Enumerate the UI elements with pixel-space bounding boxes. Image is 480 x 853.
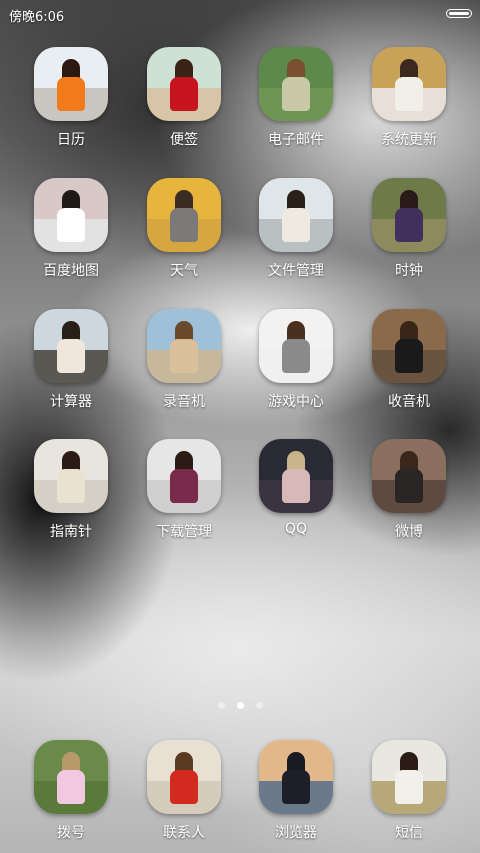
- app-label: 浏览器: [275, 825, 317, 841]
- woman-orange-dress-photo[interactable]: [34, 47, 108, 121]
- figure-dress: [170, 469, 198, 503]
- woman-red-dress-beach-photo[interactable]: [147, 47, 221, 121]
- woman-red-dress-photo[interactable]: [147, 740, 221, 814]
- app-label: 收音机: [388, 394, 430, 410]
- app-weibo[interactable]: 微博: [354, 439, 464, 541]
- woman-railing-photo[interactable]: [34, 309, 108, 383]
- app-label: 文件管理: [268, 263, 324, 279]
- app-label: 指南针: [50, 524, 92, 540]
- app-notes[interactable]: 便签: [129, 47, 239, 149]
- app-label: 系统更新: [381, 132, 437, 148]
- woman-sunset-beach-photo[interactable]: [259, 740, 333, 814]
- figure-dress: [282, 77, 310, 111]
- app-recorder[interactable]: 录音机: [129, 309, 239, 411]
- figure-dress: [57, 208, 85, 242]
- dock-app-phone[interactable]: 拨号: [16, 740, 126, 842]
- page-dot[interactable]: [217, 702, 225, 709]
- app-label: 时钟: [395, 263, 423, 279]
- figure-dress: [57, 339, 85, 373]
- app-calendar[interactable]: 日历: [16, 47, 126, 149]
- dock-app-messages[interactable]: 短信: [354, 740, 464, 842]
- figure-dress: [282, 469, 310, 503]
- app-clock[interactable]: 时钟: [354, 178, 464, 280]
- dock-app-contacts[interactable]: 联系人: [129, 740, 239, 842]
- app-email[interactable]: 电子邮件: [241, 47, 351, 149]
- woman-grey-tank-photo[interactable]: [259, 309, 333, 383]
- woman-long-hair-photo[interactable]: [147, 309, 221, 383]
- woman-floral-top-photo[interactable]: [147, 439, 221, 513]
- app-label: 日历: [57, 132, 85, 148]
- figure-dress: [57, 469, 85, 503]
- dock-app-browser[interactable]: 浏览器: [241, 740, 351, 842]
- app-label: 联系人: [163, 825, 205, 841]
- figure-dress: [395, 208, 423, 242]
- app-label: 便签: [170, 132, 198, 148]
- app-label: 微博: [395, 524, 423, 540]
- app-game-center[interactable]: 游戏中心: [241, 309, 351, 411]
- app-system-update[interactable]: 系统更新: [354, 47, 464, 149]
- figure-dress: [57, 770, 85, 804]
- app-label: 天气: [170, 263, 198, 279]
- page-dot[interactable]: [255, 702, 263, 709]
- woman-lace-dress-photo[interactable]: [259, 439, 333, 513]
- app-label: 录音机: [163, 394, 205, 410]
- app-label: 计算器: [50, 394, 92, 410]
- app-label: 下载管理: [156, 524, 212, 540]
- figure-dress: [170, 208, 198, 242]
- app-baidu-map[interactable]: 百度地图: [16, 178, 126, 280]
- figure-dress: [282, 770, 310, 804]
- figure-dress: [395, 469, 423, 503]
- figure-dress: [282, 208, 310, 242]
- figure-dress: [170, 339, 198, 373]
- woman-purple-dress-photo[interactable]: [372, 178, 446, 252]
- figure-dress: [282, 339, 310, 373]
- woman-cream-sweater-photo[interactable]: [34, 439, 108, 513]
- figure-dress: [57, 77, 85, 111]
- figure-dress: [170, 770, 198, 804]
- app-radio[interactable]: 收音机: [354, 309, 464, 411]
- app-weather[interactable]: 天气: [129, 178, 239, 280]
- app-file-manager[interactable]: 文件管理: [241, 178, 351, 280]
- figure-dress: [395, 339, 423, 373]
- app-calculator[interactable]: 计算器: [16, 309, 126, 411]
- app-label: 电子邮件: [268, 132, 324, 148]
- app-qq[interactable]: QQ: [241, 439, 351, 537]
- woman-white-top-photo[interactable]: [372, 47, 446, 121]
- figure-dress: [170, 77, 198, 111]
- page-indicator[interactable]: [0, 702, 480, 709]
- app-label: 拨号: [57, 825, 85, 841]
- app-label: 百度地图: [43, 263, 99, 279]
- app-label: 短信: [395, 825, 423, 841]
- app-label: QQ: [284, 521, 308, 537]
- woman-white-dress-field-photo[interactable]: [372, 740, 446, 814]
- woman-lace-back-photo[interactable]: [372, 439, 446, 513]
- home-screen-grid: 日历 便签 电子邮件 系统更新 百度地图 天气 文件管理 时钟 计算器 录音机 …: [0, 0, 480, 853]
- woman-sequin-dress-photo[interactable]: [259, 47, 333, 121]
- figure-dress: [395, 77, 423, 111]
- woman-balcony-photo[interactable]: [259, 178, 333, 252]
- woman-grey-dress-photo[interactable]: [147, 178, 221, 252]
- woman-black-dress-photo[interactable]: [372, 309, 446, 383]
- figure-dress: [395, 770, 423, 804]
- app-download-manager[interactable]: 下载管理: [129, 439, 239, 541]
- app-compass[interactable]: 指南针: [16, 439, 126, 541]
- page-dot[interactable]: [236, 702, 244, 709]
- woman-braid-photo[interactable]: [34, 178, 108, 252]
- woman-pink-dress-photo[interactable]: [34, 740, 108, 814]
- app-label: 游戏中心: [268, 394, 324, 410]
